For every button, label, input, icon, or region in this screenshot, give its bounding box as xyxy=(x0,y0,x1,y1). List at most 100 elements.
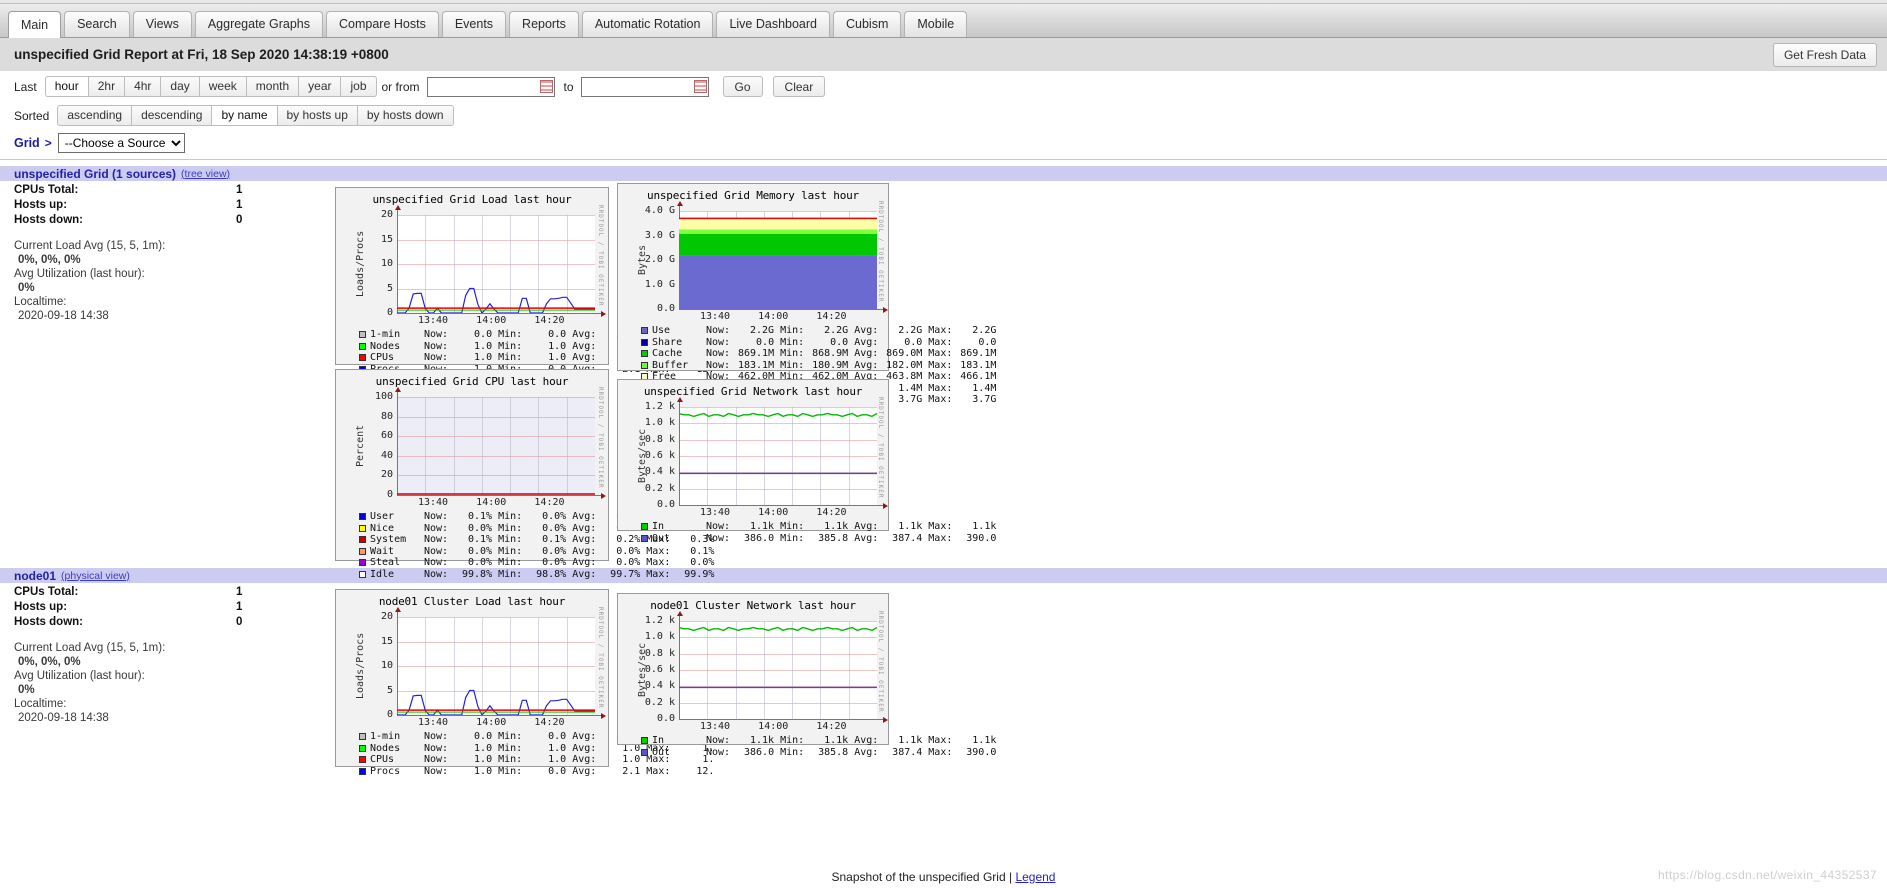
graph-inner-grid-load: unspecified Grid Load last hour RRDTOOL /… xyxy=(339,191,714,375)
tab-main[interactable]: Main xyxy=(8,11,62,38)
legend-swatch-system xyxy=(359,536,366,544)
graph-panel-grid-cpu[interactable]: unspecified Grid CPU last hour RRDTOOL / … xyxy=(335,369,714,580)
clear-button[interactable]: Clear xyxy=(772,76,826,97)
go-button[interactable]: Go xyxy=(722,76,763,97)
y-tick-node01-network-3: 0.6 k xyxy=(644,664,675,675)
report-header: unspecified Grid Report at Fri, 18 Sep 2… xyxy=(0,38,1887,72)
tab-live-dashboard[interactable]: Live Dashboard xyxy=(716,11,830,37)
sort-by-name[interactable]: by name xyxy=(211,105,277,126)
cluster-section-unspecified: unspecified Grid (1 sources) (tree view) C… xyxy=(0,166,1887,580)
legend-now-label: Now: xyxy=(424,731,449,742)
legend-min-value: 385.8 xyxy=(818,532,849,544)
range-job[interactable]: job xyxy=(340,76,377,97)
detail-value: 0%, 0%, 0% xyxy=(18,254,81,266)
legend-min-label: Min: xyxy=(498,534,523,545)
section-view-link[interactable]: (tree view) xyxy=(181,168,230,180)
y-tick-grid-network-2: 0.4 k xyxy=(644,466,675,478)
legend-now-value: 0.1% xyxy=(468,511,493,522)
graph-panel-node01-load[interactable]: node01 Cluster Load last hour RRDTOOL / T… xyxy=(335,589,714,777)
sort-ascending[interactable]: ascending xyxy=(57,105,132,126)
x-tick-grid-load-2: 14:20 xyxy=(534,315,565,326)
range-year[interactable]: year xyxy=(298,76,341,97)
y-tick-node01-network-1: 0.2 k xyxy=(644,696,675,708)
from-date-input[interactable] xyxy=(426,76,555,97)
y-tick-node01-network-2: 0.4 k xyxy=(644,680,675,692)
choose-source-select[interactable]: --Choose a Source xyxy=(57,133,185,153)
sort-by-hosts-up[interactable]: by hosts up xyxy=(276,105,357,126)
tab-aggregate-graphs[interactable]: Aggregate Graphs xyxy=(194,11,323,37)
graph-panel-grid-network[interactable]: unspecified Grid Network last hour RRDTOO… xyxy=(617,379,996,544)
legend-max-value: 12. xyxy=(696,765,715,777)
legend-avg-label: Avg: xyxy=(572,765,597,777)
legend-max-label: Max: xyxy=(928,394,953,405)
calendar-icon-from[interactable] xyxy=(539,80,553,93)
section-header[interactable]: node01 (physical view) xyxy=(0,568,1887,583)
range-hour[interactable]: hour xyxy=(44,76,88,97)
to-date-input[interactable] xyxy=(580,76,709,97)
graph-panel-node01-network[interactable]: node01 Cluster Network last hour RRDTOOL … xyxy=(617,593,996,758)
section-body: CPUs Total: 1 Hosts up: 1 Hosts down: 0 Curren… xyxy=(0,183,1887,580)
range-day[interactable]: day xyxy=(160,76,199,97)
y-tick-node01-network-6: 1.2 k xyxy=(644,615,675,626)
legend-max-label: Max: xyxy=(646,557,671,568)
tab-views[interactable]: Views xyxy=(132,11,192,37)
rrdtool-watermark: RRDTOOL / TOBI OETIKER xyxy=(877,397,884,499)
graph-panel-grid-load[interactable]: unspecified Grid Load last hour RRDTOOL /… xyxy=(335,187,714,375)
sort-descending[interactable]: descending xyxy=(131,105,212,126)
legend-swatch-in xyxy=(641,737,648,745)
legend-name: Use xyxy=(652,325,671,336)
legend-now-label: Now: xyxy=(424,329,449,340)
detail-label: Current Load Avg (15, 5, 1m): xyxy=(14,240,166,252)
tab-search[interactable]: Search xyxy=(64,11,130,37)
legend-row: Use Now: 2.2G Min: 2.2G Avg: 2.2G Max: 2.2G xyxy=(641,325,996,337)
section-header[interactable]: unspecified Grid (1 sources) (tree view) xyxy=(0,166,1887,181)
x-tick-grid-load-0: 13:40 xyxy=(417,315,449,326)
legend-max-label: Max: xyxy=(928,371,953,382)
legend-min-label: Min: xyxy=(780,325,805,336)
tab-events[interactable]: Events xyxy=(441,11,507,37)
y-axis-arrow xyxy=(394,607,401,612)
tab-cubism[interactable]: Cubism xyxy=(833,11,902,37)
range-week[interactable]: week xyxy=(198,76,246,97)
legend-avg-value: 99.7% xyxy=(610,568,641,580)
legend-link[interactable]: Legend xyxy=(1015,870,1055,884)
legend-now-value: 1.0 xyxy=(474,754,493,765)
x-axis-arrow xyxy=(601,310,606,317)
x-tick-grid-network-0: 13:40 xyxy=(699,507,731,518)
section-view-link[interactable]: (physical view) xyxy=(61,570,130,582)
tab-reports[interactable]: Reports xyxy=(509,11,579,37)
range-month[interactable]: month xyxy=(245,76,299,97)
legend-swatch-buffer xyxy=(641,361,648,369)
legend-now-label: Now: xyxy=(424,511,449,522)
legend-max-value: 1.1k xyxy=(972,735,997,746)
legend-max-label: Max: xyxy=(928,532,953,544)
calendar-icon-to[interactable] xyxy=(693,80,707,93)
tab-mobile[interactable]: Mobile xyxy=(904,11,968,37)
range-2hr[interactable]: 2hr xyxy=(87,76,125,97)
legend-swatch-idle xyxy=(359,570,366,578)
legend-now-value: 0.0% xyxy=(468,545,493,557)
graph-title-grid-cpu: unspecified Grid CPU last hour xyxy=(375,375,569,388)
x-axis-arrow xyxy=(883,716,888,723)
tab-automatic-rotation[interactable]: Automatic Rotation xyxy=(581,11,714,37)
tab-compare-hosts[interactable]: Compare Hosts xyxy=(325,11,439,37)
legend-max-value: 1.1k xyxy=(972,521,997,532)
legend-min-value: 0.1% xyxy=(542,534,567,545)
footer-separator: | xyxy=(1008,870,1013,884)
legend-name: Idle xyxy=(370,568,395,580)
legend-max-value: 390.0 xyxy=(966,532,997,544)
legend-max-label: Max: xyxy=(646,568,671,580)
legend-swatch-steal xyxy=(359,559,366,567)
divider xyxy=(0,159,1887,160)
legend-avg-value: 0.0% xyxy=(616,557,641,568)
plot-svg-node01-load xyxy=(397,689,595,715)
cluster-section-node01: node01 (physical view) CPUs Total: 1 Hosts u… xyxy=(0,568,1887,777)
graph-panel-grid-memory[interactable]: unspecified Grid Memory last hour RRDTOOL… xyxy=(617,183,996,405)
legend-avg-value: 387.4 xyxy=(892,746,923,758)
sort-by-hosts-down[interactable]: by hosts down xyxy=(356,105,454,126)
stat-row: CPUs Total: 1 xyxy=(14,183,330,198)
get-fresh-data-button[interactable]: Get Fresh Data xyxy=(1772,42,1877,67)
y-tick-grid-network-0: 0.0 xyxy=(656,499,675,510)
range-4hr[interactable]: 4hr xyxy=(124,76,161,97)
legend-avg-value: 0.0 xyxy=(904,336,923,348)
